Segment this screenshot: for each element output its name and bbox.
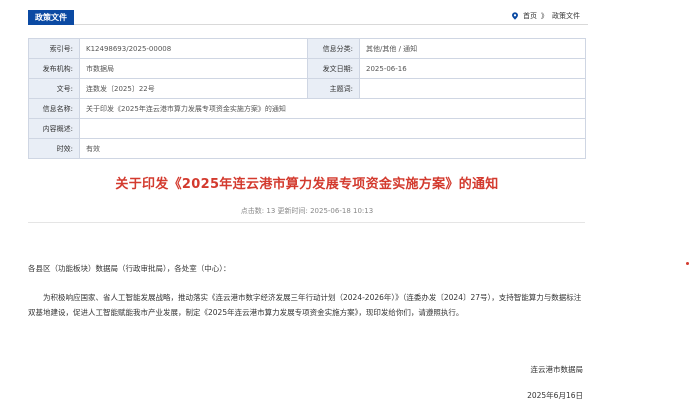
info-row: 发布机构: 市数据局 发文日期: 2025-06-16: [28, 58, 586, 79]
breadcrumb-separator: 》: [541, 12, 548, 20]
info-row: 时效: 有效: [28, 138, 586, 159]
article-meta: 点击数: 13 更新时间: 2025-06-18 10:13: [240, 207, 374, 215]
category-value: 其他/其他 / 通知: [359, 38, 586, 59]
info-name-value: 关于印发《2025年连云港市算力发展专项资金实施方案》的通知: [79, 98, 586, 119]
decorative-dot: [686, 262, 689, 265]
info-row: 文号: 连数发〔2025〕22号 主题词:: [28, 78, 586, 99]
issue-date-label: 发文日期:: [307, 58, 360, 79]
index-label: 索引号:: [28, 38, 80, 59]
body-paragraph: 为积极响应国家、省人工智能发展战略，推动落实《连云港市数字经济发展三年行动计划（…: [28, 293, 582, 317]
keywords-label: 主题词:: [307, 78, 360, 99]
info-name-label: 信息名称:: [28, 98, 80, 119]
signature-date: 2025年6月16日: [527, 391, 583, 400]
agency-value: 市数据局: [79, 58, 308, 79]
validity-value: 有效: [79, 138, 586, 159]
keywords-value: [359, 78, 586, 99]
breadcrumb-home-link[interactable]: 首页: [523, 11, 537, 21]
doc-number-label: 文号:: [28, 78, 80, 99]
top-divider: [74, 24, 588, 25]
agency-label: 发布机构:: [28, 58, 80, 79]
doc-number-value: 连数发〔2025〕22号: [79, 78, 308, 99]
category-label: 信息分类:: [307, 38, 360, 59]
summary-label: 内容概述:: [28, 118, 80, 139]
issue-date-value: 2025-06-16: [359, 58, 586, 79]
section-tab-policy-documents[interactable]: 政策文件: [28, 10, 74, 25]
info-row: 索引号: K12498693/2025-00008 信息分类: 其他/其他 / …: [28, 38, 586, 59]
article-title: 关于印发《2025年连云港市算力发展专项资金实施方案》的通知: [115, 177, 499, 192]
index-value: K12498693/2025-00008: [79, 38, 308, 59]
info-row: 信息名称: 关于印发《2025年连云港市算力发展专项资金实施方案》的通知: [28, 98, 586, 119]
document-info-table: 索引号: K12498693/2025-00008 信息分类: 其他/其他 / …: [28, 38, 586, 159]
breadcrumb-current[interactable]: 政策文件: [552, 11, 580, 21]
location-pin-icon: [512, 12, 518, 20]
validity-label: 时效:: [28, 138, 80, 159]
signature: 连云港市数据局: [530, 365, 584, 374]
salutation: 各县区（功能板块）数据局（行政审批局），各处室（中心）：: [28, 264, 231, 273]
info-row: 内容概述:: [28, 118, 586, 139]
top-bar: 政策文件 首页 》 政策文件: [28, 6, 588, 30]
summary-value: [79, 118, 586, 139]
meta-divider: [28, 222, 585, 223]
breadcrumb: 首页 》 政策文件: [511, 11, 580, 21]
